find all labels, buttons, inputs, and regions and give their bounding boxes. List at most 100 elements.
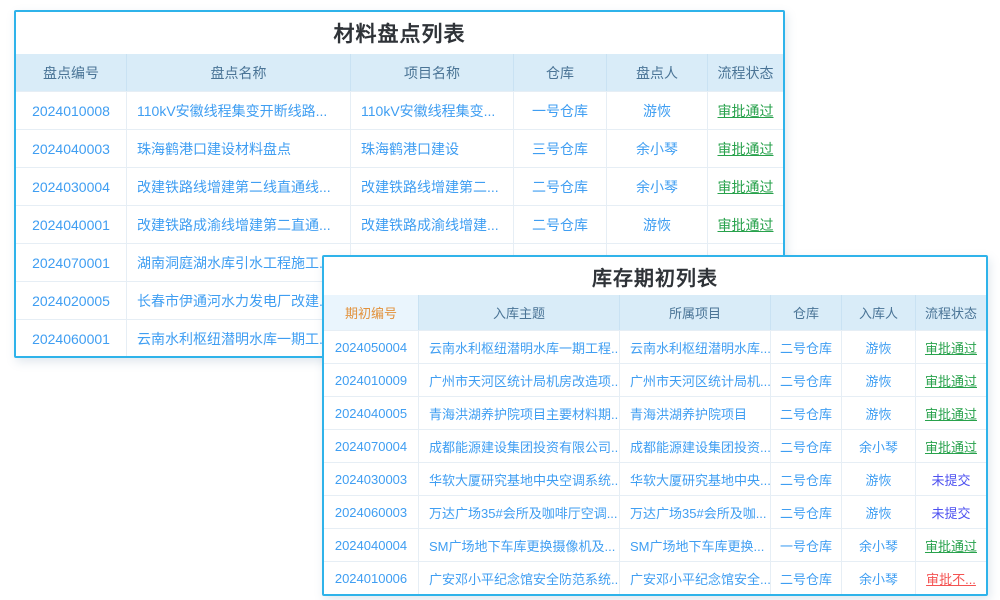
cell-name: 湖南洞庭湖水库引水工程施工...	[127, 244, 351, 281]
cell-warehouse: 一号仓库	[514, 92, 607, 129]
table-row[interactable]: 2024040003珠海鹤港口建设材料盘点珠海鹤港口建设三号仓库余小琴审批通过	[16, 129, 783, 167]
cell-name: 成都能源建设集团投资有限公司...	[419, 430, 620, 462]
table-row[interactable]: 2024050004云南水利枢纽潜明水库一期工程...云南水利枢纽潜明水库...…	[324, 330, 986, 363]
column-header-warehouse: 仓库	[514, 54, 607, 91]
panel-title-material-inventory: 材料盘点列表	[16, 12, 783, 54]
cell-id: 2024030004	[16, 168, 127, 205]
cell-id: 2024020005	[16, 282, 127, 319]
cell-id: 2024070001	[16, 244, 127, 281]
cell-project: 改建铁路线增建第二...	[351, 168, 514, 205]
cell-warehouse: 二号仓库	[514, 206, 607, 243]
cell-name: 青海洪湖养护院项目主要材料期...	[419, 397, 620, 429]
column-header-inventory-name: 盘点名称	[127, 54, 351, 91]
cell-name: 云南水利枢纽潜明水库一期工...	[127, 320, 351, 357]
cell-id: 2024040003	[16, 130, 127, 167]
cell-id: 2024010006	[324, 562, 419, 594]
table-row[interactable]: 2024010009广州市天河区统计局机房改造项...广州市天河区统计局机...…	[324, 363, 986, 396]
cell-warehouse: 三号仓库	[514, 130, 607, 167]
page-background: 材料盘点列表 盘点编号 盘点名称 项目名称 仓库 盘点人 流程状态 202401…	[0, 0, 1000, 600]
status-link[interactable]: 审批通过	[708, 130, 783, 167]
status-link[interactable]: 审批通过	[708, 206, 783, 243]
cell-project: 万达广场35#会所及咖...	[620, 496, 771, 528]
cell-person: 余小琴	[842, 529, 916, 561]
cell-project: 青海洪湖养护院项目	[620, 397, 771, 429]
cell-project: 110kV安徽线程集变...	[351, 92, 514, 129]
status-link[interactable]: 审批通过	[916, 397, 986, 429]
cell-warehouse: 二号仓库	[514, 168, 607, 205]
status-link[interactable]: 审批不...	[916, 562, 986, 594]
cell-name: 长春市伊通河水力发电厂改建...	[127, 282, 351, 319]
status-link[interactable]: 审批通过	[708, 168, 783, 205]
cell-id: 2024040001	[16, 206, 127, 243]
cell-warehouse: 二号仓库	[771, 463, 842, 495]
table-row[interactable]: 2024030003华软大厦研究基地中央空调系统...华软大厦研究基地中央...…	[324, 462, 986, 495]
cell-name: 改建铁路成渝线增建第二直通...	[127, 206, 351, 243]
cell-project: 华软大厦研究基地中央...	[620, 463, 771, 495]
cell-id: 2024030003	[324, 463, 419, 495]
status-link[interactable]: 审批通过	[916, 430, 986, 462]
table-row[interactable]: 2024010006广安邓小平纪念馆安全防范系统...广安邓小平纪念馆安全...…	[324, 561, 986, 594]
table-row[interactable]: 2024040001改建铁路成渝线增建第二直通...改建铁路成渝线增建...二号…	[16, 205, 783, 243]
cell-warehouse: 二号仓库	[771, 331, 842, 363]
cell-warehouse: 二号仓库	[771, 496, 842, 528]
cell-person: 游恢	[607, 92, 708, 129]
cell-warehouse: 二号仓库	[771, 562, 842, 594]
table-row[interactable]: 2024060003万达广场35#会所及咖啡厅空调...万达广场35#会所及咖.…	[324, 495, 986, 528]
status-link[interactable]: 审批通过	[916, 529, 986, 561]
table-header: 期初编号 入库主题 所属项目 仓库 入库人 流程状态	[324, 295, 986, 330]
cell-project: 珠海鹤港口建设	[351, 130, 514, 167]
cell-person: 游恢	[842, 496, 916, 528]
cell-project: 云南水利枢纽潜明水库...	[620, 331, 771, 363]
cell-person: 游恢	[607, 206, 708, 243]
status-link[interactable]: 未提交	[916, 496, 986, 528]
cell-id: 2024010009	[324, 364, 419, 396]
stock-opening-panel: 库存期初列表 期初编号 入库主题 所属项目 仓库 入库人 流程状态 202405…	[322, 255, 988, 596]
table-row[interactable]: 2024030004改建铁路线增建第二线直通线...改建铁路线增建第二...二号…	[16, 167, 783, 205]
status-link[interactable]: 审批通过	[708, 92, 783, 129]
cell-id: 2024060003	[324, 496, 419, 528]
status-link[interactable]: 审批通过	[916, 331, 986, 363]
cell-person: 游恢	[842, 463, 916, 495]
status-link[interactable]: 未提交	[916, 463, 986, 495]
column-header-flow-status: 流程状态	[916, 295, 986, 330]
cell-project: SM广场地下车库更换...	[620, 529, 771, 561]
cell-name: SM广场地下车库更换摄像机及...	[419, 529, 620, 561]
cell-id: 2024010008	[16, 92, 127, 129]
table-row[interactable]: 2024070004成都能源建设集团投资有限公司...成都能源建设集团投资...…	[324, 429, 986, 462]
cell-person: 余小琴	[842, 562, 916, 594]
cell-person: 游恢	[842, 364, 916, 396]
cell-warehouse: 二号仓库	[771, 397, 842, 429]
cell-name: 110kV安徽线程集变开断线路...	[127, 92, 351, 129]
cell-name: 珠海鹤港口建设材料盘点	[127, 130, 351, 167]
table-row[interactable]: 2024040004SM广场地下车库更换摄像机及...SM广场地下车库更换...…	[324, 528, 986, 561]
column-header-project-name: 项目名称	[351, 54, 514, 91]
cell-warehouse: 二号仓库	[771, 430, 842, 462]
cell-project: 广州市天河区统计局机...	[620, 364, 771, 396]
cell-warehouse: 二号仓库	[771, 364, 842, 396]
cell-person: 游恢	[842, 331, 916, 363]
table-body: 2024050004云南水利枢纽潜明水库一期工程...云南水利枢纽潜明水库...…	[324, 330, 986, 594]
cell-name: 广安邓小平纪念馆安全防范系统...	[419, 562, 620, 594]
cell-name: 改建铁路线增建第二线直通线...	[127, 168, 351, 205]
cell-project: 成都能源建设集团投资...	[620, 430, 771, 462]
cell-warehouse: 一号仓库	[771, 529, 842, 561]
cell-name: 万达广场35#会所及咖啡厅空调...	[419, 496, 620, 528]
cell-id: 2024070004	[324, 430, 419, 462]
cell-name: 广州市天河区统计局机房改造项...	[419, 364, 620, 396]
column-header-inbound-subject: 入库主题	[419, 295, 620, 330]
column-header-opening-id[interactable]: 期初编号	[324, 295, 419, 330]
status-link[interactable]: 审批通过	[916, 364, 986, 396]
table-row[interactable]: 2024040005青海洪湖养护院项目主要材料期...青海洪湖养护院项目二号仓库…	[324, 396, 986, 429]
cell-id: 2024040005	[324, 397, 419, 429]
cell-person: 余小琴	[842, 430, 916, 462]
column-header-flow-status: 流程状态	[708, 54, 783, 91]
column-header-warehouse: 仓库	[771, 295, 842, 330]
cell-name: 云南水利枢纽潜明水库一期工程...	[419, 331, 620, 363]
column-header-inbound-person: 入库人	[842, 295, 916, 330]
table-row[interactable]: 2024010008110kV安徽线程集变开断线路...110kV安徽线程集变.…	[16, 91, 783, 129]
cell-project: 改建铁路成渝线增建...	[351, 206, 514, 243]
cell-name: 华软大厦研究基地中央空调系统...	[419, 463, 620, 495]
cell-person: 游恢	[842, 397, 916, 429]
column-header-counter-person: 盘点人	[607, 54, 708, 91]
cell-person: 余小琴	[607, 130, 708, 167]
